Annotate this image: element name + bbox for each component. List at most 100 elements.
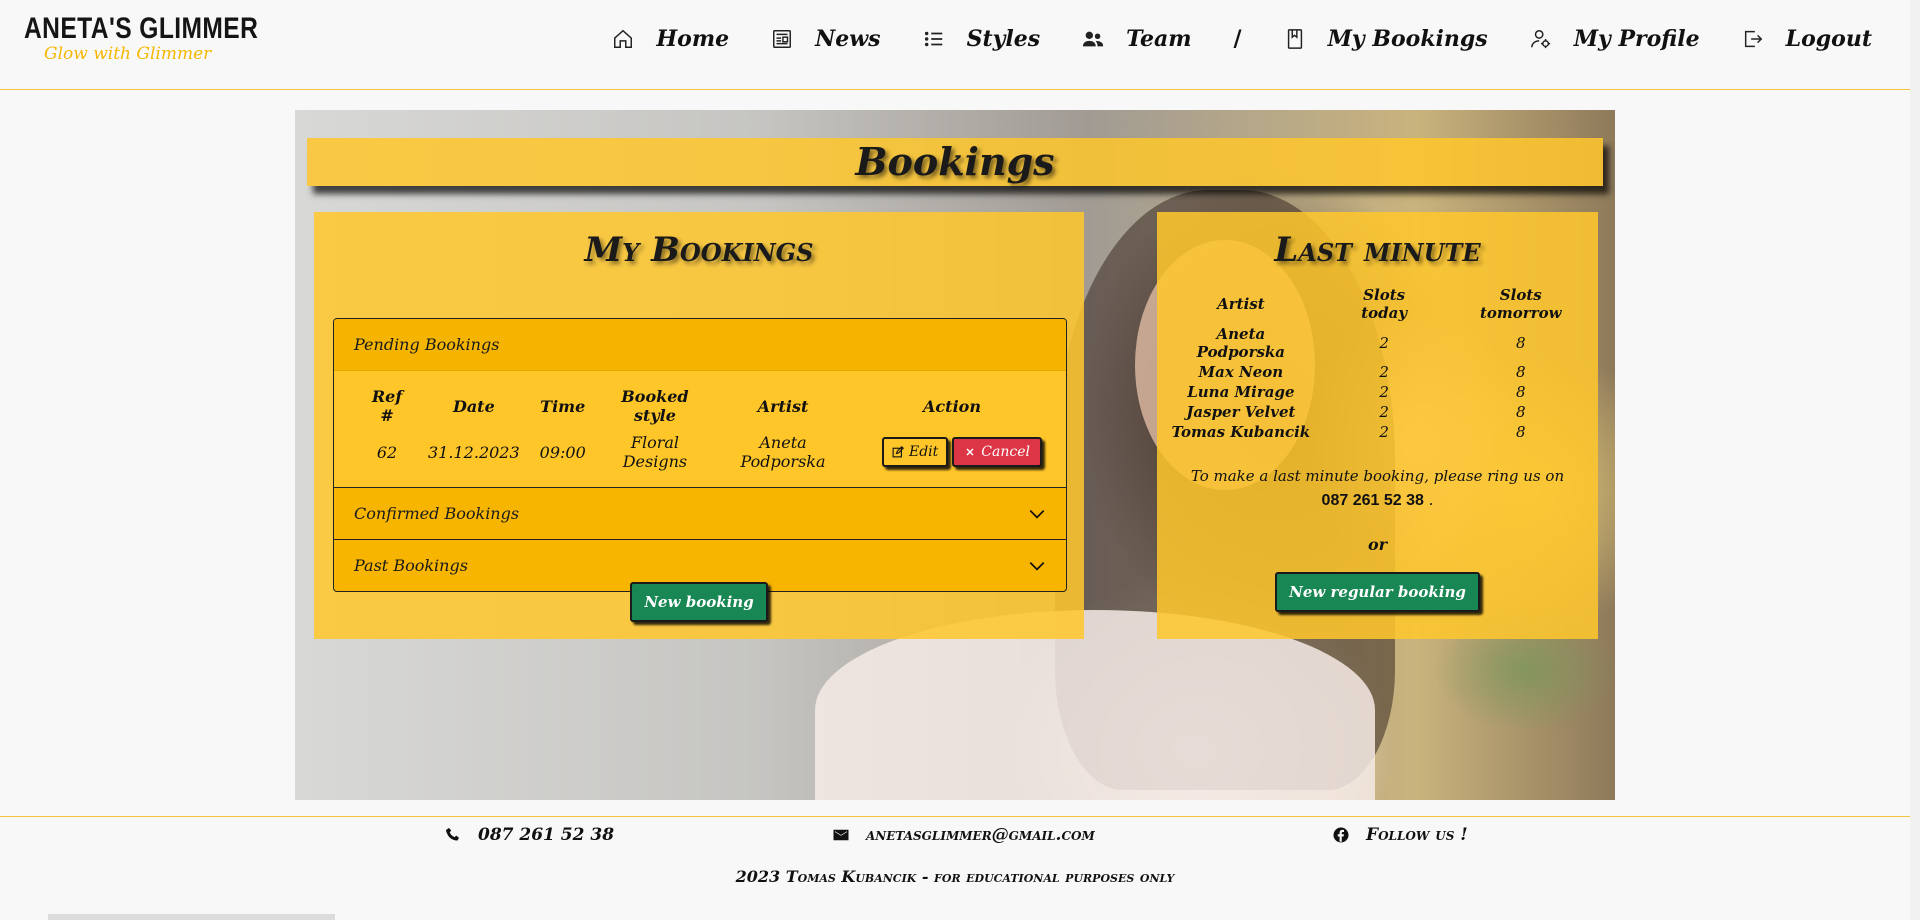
lm-artist: Luna Mirage [1187, 383, 1295, 401]
people-icon [1083, 31, 1104, 47]
lm-artist: Jasper Velvet [1186, 403, 1296, 421]
site-header: ANETA'S GLIMMER Glow with Glimmer Home N… [0, 0, 1910, 90]
last-minute-panel: Last minute Artist Slots today Slots tom… [1157, 212, 1598, 639]
last-minute-phone[interactable]: 087 261 52 38 [1322, 492, 1424, 509]
home-icon [614, 29, 633, 48]
nav-news-label: News [815, 26, 881, 52]
table-header-row: Ref # Date Time Booked style Artist Acti… [356, 387, 1052, 431]
last-minute-heading: Last minute [1274, 230, 1481, 270]
lm-today: 2 [1379, 334, 1389, 352]
footer-email: anetasglimmer@gmail.com [866, 825, 1095, 845]
edit-icon [892, 446, 904, 458]
bookings-accordion: Pending Bookings Ref # Date Time Booked … [333, 318, 1067, 592]
nav-my-profile[interactable]: My Profile [1530, 26, 1700, 52]
new-booking-button[interactable]: New booking [630, 582, 768, 622]
bookings-hero: Bookings My Bookings Pending Bookings Re… [295, 110, 1615, 800]
table-row: Tomas Kubancik 2 8 [1157, 422, 1598, 442]
nav-home-label: Home [656, 26, 730, 52]
page-scrollbar[interactable] [1910, 0, 1920, 920]
edit-booking-button[interactable]: Edit [882, 437, 949, 467]
col-style: Booked style [621, 387, 689, 425]
edit-button-label: Edit [909, 444, 939, 460]
nav-news[interactable]: News [771, 26, 881, 52]
nav-styles[interactable]: Styles [923, 26, 1040, 52]
table-row: Aneta Podporska 2 8 [1157, 324, 1598, 362]
lm-tomorrow: 8 [1515, 423, 1526, 441]
footer-phone-link[interactable]: 087 261 52 38 [444, 825, 614, 845]
last-minute-note-end: . [1428, 491, 1434, 509]
table-row: Jasper Velvet 2 8 [1157, 402, 1598, 422]
col-artist: Artist [757, 396, 809, 416]
confirmed-bookings-toggle[interactable]: Confirmed Bookings [334, 487, 1066, 539]
footer-email-link[interactable]: anetasglimmer@gmail.com [832, 825, 1095, 845]
col-lm-artist: Artist [1217, 295, 1265, 313]
newspaper-icon [773, 30, 792, 48]
lm-artist: Max Neon [1198, 363, 1284, 381]
cancel-button-label: Cancel [981, 444, 1030, 460]
confirmed-bookings-label: Confirmed Bookings [354, 504, 520, 523]
list-icon [924, 31, 942, 47]
lm-artist: Aneta Podporska [1196, 325, 1286, 361]
pending-bookings-table: Ref # Date Time Booked style Artist Acti… [356, 387, 1052, 473]
cancel-booking-button[interactable]: Cancel [952, 437, 1042, 467]
bookmark-book-icon [1287, 29, 1302, 49]
my-bookings-heading: My Bookings [584, 230, 814, 270]
last-minute-table: Artist Slots today Slots tomorrow Aneta … [1157, 286, 1598, 442]
table-row: Max Neon 2 8 [1157, 362, 1598, 382]
phone-icon [445, 827, 459, 841]
pending-bookings-label: Pending Bookings [354, 335, 500, 354]
nav-logout-label: Logout [1785, 26, 1872, 52]
pending-bookings-toggle[interactable]: Pending Bookings [334, 319, 1066, 371]
lm-artist: Tomas Kubancik [1171, 423, 1311, 441]
lm-tomorrow: 8 [1515, 403, 1526, 421]
last-minute-note: To make a last minute booking, please ri… [1157, 464, 1598, 513]
new-regular-booking-button[interactable]: New regular booking [1275, 572, 1480, 612]
or-label: or [1367, 535, 1388, 554]
booking-ref: 62 [376, 442, 398, 462]
brand-name: ANETA'S GLIMMER [24, 12, 259, 45]
pending-bookings-section: Pending Bookings Ref # Date Time Booked … [334, 319, 1066, 487]
nav-separator: / [1233, 26, 1242, 52]
nav-home[interactable]: Home [612, 26, 729, 52]
bottom-strip [48, 914, 335, 920]
col-lm-today: Slots today [1361, 286, 1408, 322]
brand-tagline: Glow with Glimmer [44, 44, 212, 64]
booking-date: 31.12.2023 [428, 442, 520, 462]
chevron-down-icon [1029, 509, 1045, 519]
site-footer: 087 261 52 38 anetasglimmer@gmail.com Fo… [0, 816, 1910, 920]
nav-team[interactable]: Team [1082, 26, 1192, 52]
confirmed-bookings-section: Confirmed Bookings [334, 487, 1066, 539]
table-row: Luna Mirage 2 8 [1157, 382, 1598, 402]
nav-my-bookings[interactable]: My Bookings [1284, 26, 1488, 52]
footer-follow: Follow us ! [1366, 825, 1468, 845]
lm-tomorrow: 8 [1515, 363, 1526, 381]
col-lm-tomorrow: Slots tomorrow [1479, 286, 1562, 322]
lm-today: 2 [1379, 383, 1389, 401]
chevron-down-icon [1029, 561, 1045, 571]
regular-booking-row: New regular booking [1157, 572, 1598, 612]
logout-icon [1744, 30, 1762, 48]
footer-phone: 087 261 52 38 [478, 825, 615, 845]
col-date: Date [452, 396, 495, 416]
booking-style: Floral Designs [622, 433, 688, 471]
table-row: 62 31.12.2023 09:00 Floral Designs Aneta… [356, 431, 1052, 473]
nav-logout[interactable]: Logout [1742, 26, 1872, 52]
lm-tomorrow: 8 [1515, 383, 1526, 401]
footer-facebook-link[interactable]: Follow us ! [1332, 825, 1468, 845]
col-ref: Ref # [371, 387, 403, 425]
main-nav: Home News Styles Team / My Bookings My P… [570, 26, 1872, 52]
booking-actions: Edit Cancel [852, 431, 1052, 473]
booking-time: 09:00 [539, 442, 586, 462]
lm-today: 2 [1379, 403, 1389, 421]
brand-logo[interactable]: ANETA'S GLIMMER Glow with Glimmer [24, 12, 310, 64]
pending-bookings-body: Ref # Date Time Booked style Artist Acti… [334, 371, 1066, 487]
lm-tomorrow: 8 [1515, 334, 1526, 352]
page-title-bar: Bookings [307, 138, 1603, 186]
footer-copyright: 2023 Tomas Kubancik - for educational pu… [735, 867, 1175, 886]
lm-today: 2 [1379, 423, 1389, 441]
col-time: Time [540, 396, 586, 416]
person-gear-icon [1530, 30, 1550, 49]
envelope-icon [833, 829, 849, 841]
booking-artist: Aneta Podporska [740, 433, 826, 471]
facebook-icon [1333, 827, 1349, 843]
